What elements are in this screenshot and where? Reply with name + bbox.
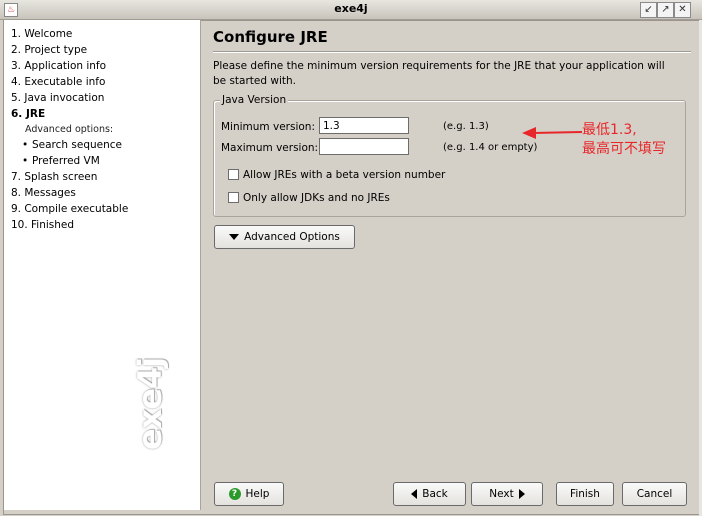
red-arrow-icon bbox=[522, 127, 583, 139]
next-button[interactable]: Next bbox=[471, 482, 543, 506]
back-label: Back bbox=[422, 488, 448, 500]
next-label: Next bbox=[489, 488, 514, 500]
advanced-options-button[interactable]: Advanced Options bbox=[214, 225, 355, 249]
maximum-version-input[interactable] bbox=[319, 138, 409, 155]
annotation-line-2: 最高可不填写 bbox=[582, 141, 666, 157]
cancel-label: Cancel bbox=[636, 488, 673, 500]
step-messages[interactable]: 8. Messages bbox=[11, 187, 76, 199]
minimum-version-hint: (e.g. 1.3) bbox=[443, 121, 489, 132]
finish-button[interactable]: Finish bbox=[556, 482, 614, 506]
arrow-right-icon bbox=[518, 489, 525, 499]
maximum-version-hint: (e.g. 1.4 or empty) bbox=[443, 142, 538, 153]
jdk-only-label[interactable]: Only allow JDKs and no JREs bbox=[243, 192, 390, 204]
substep-label: Search sequence bbox=[32, 139, 123, 151]
step-java-invocation[interactable]: 5. Java invocation bbox=[11, 92, 104, 104]
title-bar: ♨ exe4j ↙ ↗ ✕ bbox=[0, 0, 702, 20]
substep-label: Preferred VM bbox=[32, 155, 100, 167]
maximize-icon[interactable]: ↗ bbox=[657, 2, 674, 18]
page-description: Please define the minimum version requir… bbox=[213, 60, 665, 87]
step-splash-screen[interactable]: 7. Splash screen bbox=[11, 171, 97, 183]
exe4j-watermark-logo: exe4j bbox=[131, 357, 169, 450]
annotation-line-1: 最低1.3, bbox=[582, 122, 637, 138]
title-divider bbox=[213, 51, 691, 53]
arrow-left-icon bbox=[411, 489, 418, 499]
bullet-icon: • bbox=[22, 155, 29, 167]
step-project-type[interactable]: 2. Project type bbox=[11, 44, 87, 56]
help-label: Help bbox=[245, 488, 270, 500]
help-icon: ? bbox=[228, 488, 241, 500]
close-icon[interactable]: ✕ bbox=[674, 2, 691, 18]
finish-label: Finish bbox=[570, 488, 600, 500]
help-button[interactable]: ? Help bbox=[214, 482, 284, 506]
step-application-info[interactable]: 3. Application info bbox=[11, 60, 106, 72]
step-welcome[interactable]: 1. Welcome bbox=[11, 28, 72, 40]
advanced-options-label: Advanced Options bbox=[244, 231, 340, 243]
jdk-only-checkbox[interactable] bbox=[228, 192, 239, 203]
step-jre-current[interactable]: 6. JRE bbox=[11, 108, 45, 120]
step-finished[interactable]: 10. Finished bbox=[11, 219, 74, 231]
minimum-version-input[interactable] bbox=[319, 117, 409, 134]
window-title: exe4j bbox=[334, 2, 368, 15]
cancel-button[interactable]: Cancel bbox=[622, 482, 687, 506]
advanced-options-heading: Advanced options: bbox=[25, 124, 114, 135]
triangle-down-icon bbox=[229, 234, 240, 240]
substep-search-sequence[interactable]: • Search sequence bbox=[22, 139, 122, 151]
beta-jre-checkbox[interactable] bbox=[228, 169, 239, 180]
step-compile-executable[interactable]: 9. Compile executable bbox=[11, 203, 128, 215]
minimum-version-label: Minimum version: bbox=[221, 121, 315, 133]
main-panel: Configure JRE Please define the minimum … bbox=[201, 20, 695, 480]
group-title: Java Version bbox=[220, 94, 289, 106]
substep-preferred-vm[interactable]: • Preferred VM bbox=[22, 155, 100, 167]
page-title: Configure JRE bbox=[213, 28, 328, 46]
back-button[interactable]: Back bbox=[393, 482, 466, 506]
red-annotation-text: 最低1.3, 最高可不填写 bbox=[582, 121, 666, 159]
maximum-version-label: Maximum version: bbox=[221, 142, 319, 154]
minimize-icon[interactable]: ↙ bbox=[640, 2, 657, 18]
step-executable-info[interactable]: 4. Executable info bbox=[11, 76, 105, 88]
beta-jre-label[interactable]: Allow JREs with a beta version number bbox=[243, 169, 445, 181]
bullet-icon: • bbox=[22, 139, 29, 151]
